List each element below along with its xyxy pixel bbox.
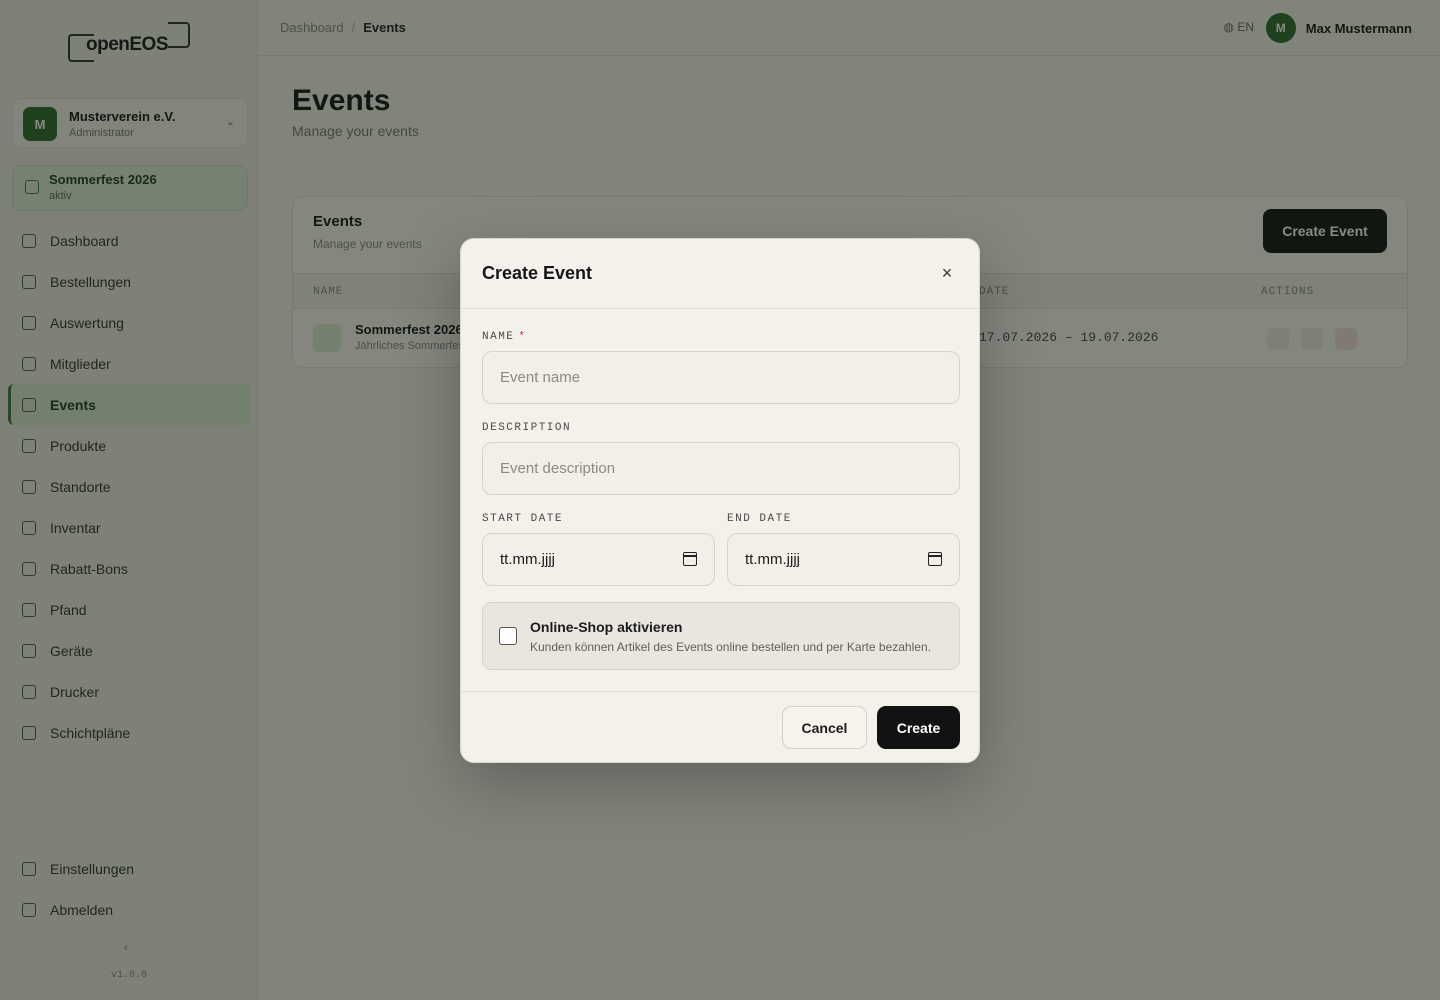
online-shop-description: Kunden können Artikel des Events online … xyxy=(530,640,931,654)
calendar-icon[interactable] xyxy=(683,552,697,566)
cancel-button[interactable]: Cancel xyxy=(782,706,867,749)
end-date-value: tt.mm.jjjj xyxy=(745,551,800,568)
name-label-text: NAME xyxy=(482,331,515,343)
create-button[interactable]: Create xyxy=(877,706,960,749)
event-description-input[interactable] xyxy=(482,442,960,495)
start-date-value: tt.mm.jjjj xyxy=(500,551,555,568)
end-date-input[interactable]: tt.mm.jjjj xyxy=(727,533,960,586)
dialog-footer: Cancel Create xyxy=(461,691,979,763)
description-label: DESCRIPTION xyxy=(482,422,572,434)
name-label: NAME * xyxy=(482,331,527,343)
online-shop-option[interactable]: Online-Shop aktivieren Kunden können Art… xyxy=(482,602,960,670)
calendar-icon[interactable] xyxy=(928,552,942,566)
dialog-header: Create Event × xyxy=(461,239,979,309)
required-mark: * xyxy=(518,331,527,343)
online-shop-title: Online-Shop aktivieren xyxy=(530,619,683,635)
online-shop-checkbox[interactable] xyxy=(499,627,517,645)
start-date-input[interactable]: tt.mm.jjjj xyxy=(482,533,715,586)
dialog-title: Create Event xyxy=(482,263,593,283)
start-date-label: START DATE xyxy=(482,513,564,525)
close-icon[interactable]: × xyxy=(939,263,955,283)
create-event-dialog: Create Event × NAME* DESCRIPTION START D… xyxy=(460,238,980,763)
end-date-label: END DATE xyxy=(727,513,792,525)
event-name-input[interactable] xyxy=(482,351,960,404)
